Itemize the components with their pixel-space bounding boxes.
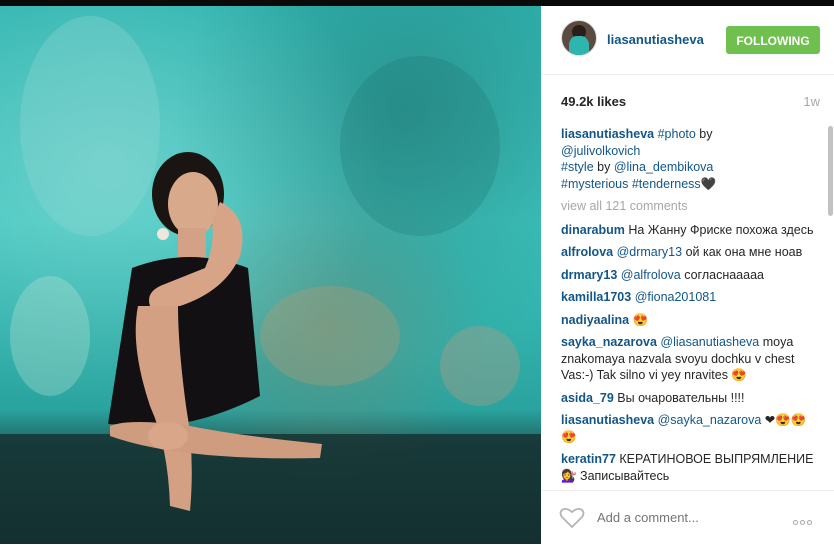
scrollbar-thumb[interactable] bbox=[828, 126, 833, 216]
comment: kamilla1703 @fiona201081 bbox=[561, 289, 817, 306]
avatar[interactable] bbox=[561, 20, 597, 56]
comment: nadiyaalina 😍 bbox=[561, 312, 817, 329]
caption-username[interactable]: liasanutiasheva bbox=[561, 127, 654, 141]
comment-text: 😍 bbox=[629, 312, 649, 327]
comment: sayka_nazarova @liasanutiasheva moya zna… bbox=[561, 334, 817, 384]
comment: asida_79 Вы очаровательны !!!! bbox=[561, 390, 817, 407]
comment: dinarabum На Жанну Фриске похожа здесь bbox=[561, 222, 817, 239]
comment: keratin77 КЕРАТИНОВОЕ ВЫПРЯМЛЕНИЕ💇‍♀️ За… bbox=[561, 451, 817, 484]
hashtag-style[interactable]: #style bbox=[561, 160, 594, 174]
comment: alfrolova @drmary13 ой как она мне ноав bbox=[561, 244, 817, 261]
hashtag-photo[interactable]: #photo bbox=[658, 127, 696, 141]
author-username[interactable]: liasanutiasheva bbox=[607, 32, 704, 47]
comments-list[interactable]: liasanutiasheva #photo by @julivolkovich… bbox=[561, 126, 817, 486]
post-footer bbox=[541, 490, 834, 545]
mention-julivolkovich[interactable]: @julivolkovich bbox=[561, 144, 640, 158]
post-sidebar: liasanutiasheva FOLLOWING 49.2k likes 1w… bbox=[541, 6, 834, 544]
comment-username[interactable]: dinarabum bbox=[561, 223, 625, 237]
comment-text: На Жанну Фриске похожа здесь bbox=[624, 222, 814, 237]
comment-mention[interactable]: @fiona201081 bbox=[635, 290, 717, 304]
more-options-icon[interactable] bbox=[793, 512, 823, 525]
comment-mention[interactable]: @drmary13 bbox=[617, 245, 683, 259]
comment-mention[interactable]: @sayka_nazarova bbox=[658, 413, 762, 427]
comment-text: согласнааааа bbox=[680, 267, 764, 282]
comment-username[interactable]: sayka_nazarova bbox=[561, 335, 657, 349]
comment-username[interactable]: alfrolova bbox=[561, 245, 613, 259]
hashtags-end[interactable]: #mysterious #tenderness🖤 bbox=[561, 177, 716, 191]
comment-mention[interactable]: @alfrolova bbox=[621, 268, 681, 282]
comment-text: Вы очаровательны !!!! bbox=[613, 390, 745, 405]
photo-illustration bbox=[0, 16, 541, 544]
post-header: liasanutiasheva FOLLOWING bbox=[541, 6, 834, 75]
heart-icon[interactable] bbox=[559, 507, 585, 529]
comments-scrollbar[interactable] bbox=[828, 126, 834, 486]
comment-username[interactable]: liasanutiasheva bbox=[561, 413, 654, 427]
likes-count[interactable]: 49.2k likes bbox=[561, 94, 626, 109]
caption: liasanutiasheva #photo by @julivolkovich… bbox=[561, 126, 817, 192]
post-photo[interactable] bbox=[0, 6, 541, 544]
comment: drmary13 @alfrolova согласнааааа bbox=[561, 267, 817, 284]
following-button[interactable]: FOLLOWING bbox=[726, 26, 820, 54]
comment-username[interactable]: drmary13 bbox=[561, 268, 617, 282]
comment-username[interactable]: asida_79 bbox=[561, 391, 614, 405]
caption-text: by bbox=[695, 127, 713, 141]
post-age: 1w bbox=[803, 94, 820, 109]
comment-text: ой как она мне ноав bbox=[682, 245, 803, 259]
add-comment-input[interactable] bbox=[597, 507, 777, 527]
comment-mention[interactable]: @liasanutiasheva bbox=[660, 335, 759, 349]
comment-username[interactable]: nadiyaalina bbox=[561, 313, 629, 327]
comment: liasanutiasheva @sayka_nazarova ❤😍😍😍 bbox=[561, 412, 817, 445]
mention-lina-dembikova[interactable]: @lina_dembikova bbox=[614, 160, 714, 174]
comment-username[interactable]: kamilla1703 bbox=[561, 290, 631, 304]
caption-text: by bbox=[593, 160, 614, 174]
view-all-comments-link[interactable]: view all 121 comments bbox=[561, 198, 817, 215]
comment-username[interactable]: keratin77 bbox=[561, 452, 616, 466]
